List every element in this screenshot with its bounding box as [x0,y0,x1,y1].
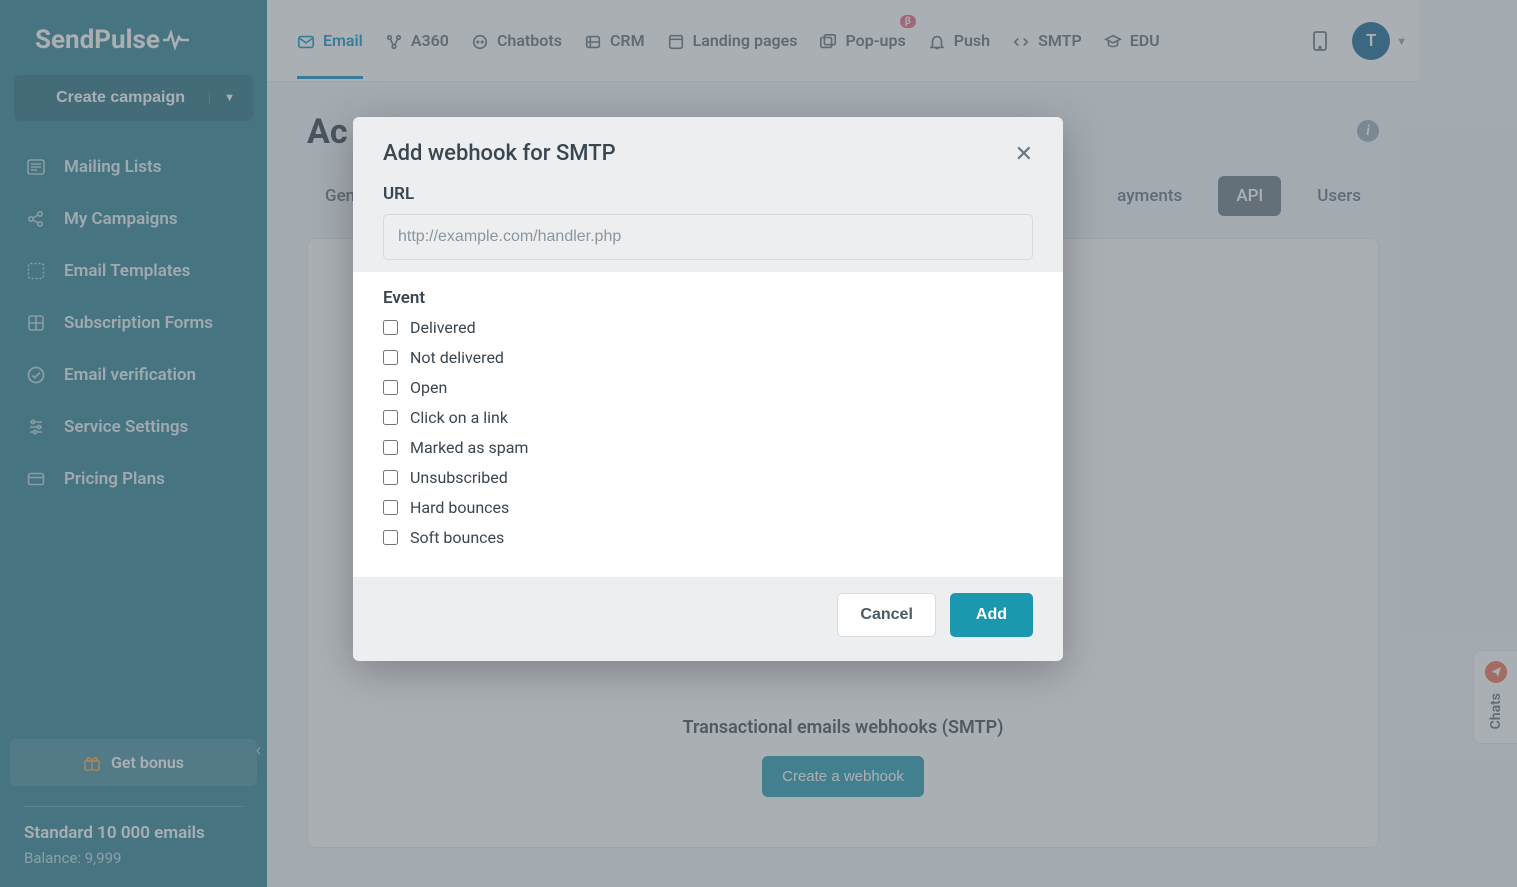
event-hard-bounces[interactable]: Hard bounces [383,498,1033,517]
event-checkbox[interactable] [383,530,398,545]
event-click-link[interactable]: Click on a link [383,408,1033,427]
event-not-delivered[interactable]: Not delivered [383,348,1033,367]
event-checkbox[interactable] [383,380,398,395]
add-webhook-modal: Add webhook for SMTP ✕ URL Event Deliver… [353,117,1063,661]
event-spam[interactable]: Marked as spam [383,438,1033,457]
event-checkbox[interactable] [383,320,398,335]
event-soft-bounces[interactable]: Soft bounces [383,528,1033,547]
event-list: Delivered Not delivered Open Click on a … [383,318,1033,547]
webhook-url-input[interactable] [383,214,1033,260]
event-unsubscribed[interactable]: Unsubscribed [383,468,1033,487]
event-open[interactable]: Open [383,378,1033,397]
event-checkbox[interactable] [383,410,398,425]
event-checkbox[interactable] [383,350,398,365]
event-label: Event [383,288,1033,308]
add-button[interactable]: Add [950,593,1033,637]
event-checkbox[interactable] [383,470,398,485]
modal-title: Add webhook for SMTP [383,141,616,166]
event-checkbox[interactable] [383,500,398,515]
event-checkbox[interactable] [383,440,398,455]
cancel-button[interactable]: Cancel [837,593,935,637]
close-icon[interactable]: ✕ [1015,143,1033,165]
url-label: URL [383,184,1033,204]
event-delivered[interactable]: Delivered [383,318,1033,337]
